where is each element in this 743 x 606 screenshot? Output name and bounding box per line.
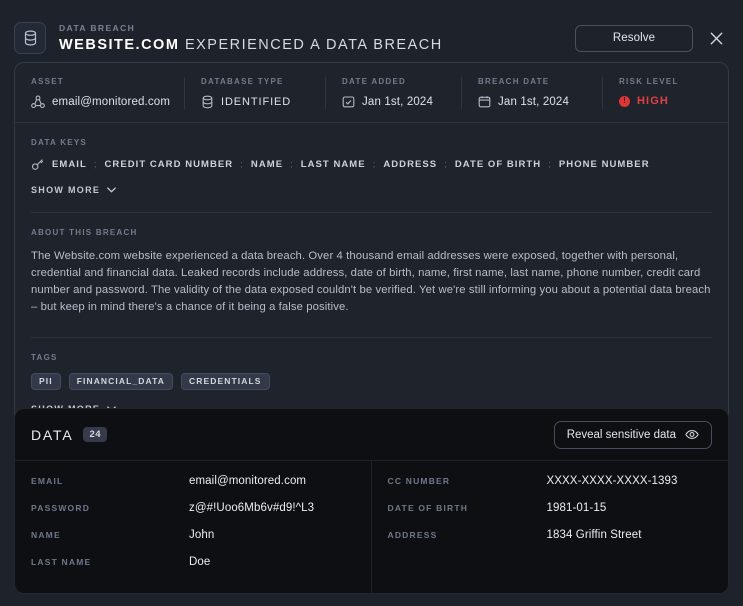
meta-database-type-value: IDENTIFIED bbox=[221, 96, 291, 108]
data-row: EMAILemail@monitored.com bbox=[31, 475, 355, 502]
header-actions: Resolve bbox=[575, 25, 729, 52]
data-key-item: CREDIT CARD NUMBER bbox=[105, 159, 234, 170]
data-row-key: EMAIL bbox=[31, 476, 189, 486]
about-section: ABOUT THIS BREACH The Website.com websit… bbox=[15, 213, 728, 338]
tag-pill[interactable]: PII bbox=[31, 373, 61, 390]
data-row: NAMEJohn bbox=[31, 529, 355, 556]
page-title-domain: WEBSITE.COM bbox=[59, 37, 179, 53]
data-key-separator: ; bbox=[541, 159, 559, 170]
alert-glyph: ! bbox=[623, 97, 626, 105]
resolve-button[interactable]: Resolve bbox=[575, 25, 693, 52]
data-row-key: NAME bbox=[31, 530, 189, 540]
data-panel-title: DATA bbox=[31, 427, 73, 443]
data-row-value: XXXX-XXXX-XXXX-1393 bbox=[547, 475, 678, 487]
data-key-separator: ; bbox=[437, 159, 455, 170]
data-row: DATE OF BIRTH1981-01-15 bbox=[388, 502, 713, 529]
eye-icon bbox=[685, 429, 699, 440]
meta-risk-level-label: RISK LEVEL bbox=[619, 77, 707, 86]
alert-circle-icon: ! bbox=[619, 96, 630, 107]
data-keys-show-more-button[interactable]: SHOW MORE bbox=[31, 185, 116, 195]
meta-breach-date-label: BREACH DATE bbox=[478, 77, 586, 86]
tag-pill[interactable]: CREDENTIALS bbox=[181, 373, 270, 390]
meta-asset-label: ASSET bbox=[31, 77, 168, 86]
data-row-value: John bbox=[189, 529, 214, 541]
data-row-value: 1981-01-15 bbox=[547, 502, 607, 514]
meta-date-added-label: DATE ADDED bbox=[342, 77, 445, 86]
data-row-value: 1834 Griffin Street bbox=[547, 529, 642, 541]
data-row-key: CC NUMBER bbox=[388, 476, 547, 486]
data-keys-section: DATA KEYS EMAIL;CREDIT CARD NUMBER;NAME;… bbox=[15, 123, 728, 213]
data-row-value: z@#!Uoo6Mb6v#d9!^L3 bbox=[189, 502, 314, 514]
data-keys-items: EMAIL;CREDIT CARD NUMBER;NAME;LAST NAME;… bbox=[52, 159, 650, 170]
data-keys-list: EMAIL;CREDIT CARD NUMBER;NAME;LAST NAME;… bbox=[31, 158, 712, 171]
data-key-item: EMAIL bbox=[52, 159, 87, 170]
breach-detail-page: DATA BREACH WEBSITE.COM EXPERIENCED A DA… bbox=[0, 0, 743, 606]
data-panel-header: DATA 24 Reveal sensitive data bbox=[15, 409, 728, 461]
data-key-item: DATE OF BIRTH bbox=[455, 159, 541, 170]
data-row-key: DATE OF BIRTH bbox=[388, 503, 547, 513]
data-row-key: PASSWORD bbox=[31, 503, 189, 513]
asset-nodes-icon bbox=[31, 95, 45, 109]
meta-breach-date-value: Jan 1st, 2024 bbox=[498, 96, 569, 108]
chevron-down-icon bbox=[107, 187, 116, 193]
data-keys-show-more-label: SHOW MORE bbox=[31, 185, 100, 195]
data-key-separator: ; bbox=[283, 159, 301, 170]
meta-risk-level-value-wrap: ! HIGH bbox=[619, 95, 707, 107]
reveal-button-label: Reveal sensitive data bbox=[567, 429, 676, 441]
data-row-value: email@monitored.com bbox=[189, 475, 306, 487]
page-title-rest: EXPERIENCED A DATA BREACH bbox=[185, 37, 443, 53]
meta-database-type-label: DATABASE TYPE bbox=[201, 77, 309, 86]
tags-label: TAGS bbox=[31, 353, 712, 362]
risk-level-badge: HIGH bbox=[637, 95, 669, 107]
data-row: PASSWORDz@#!Uoo6Mb6v#d9!^L3 bbox=[31, 502, 355, 529]
breach-summary-card: ASSET email@monitored.com DATABASE TYPE bbox=[14, 62, 729, 434]
data-row-key: LAST NAME bbox=[31, 557, 189, 567]
header-kicker: DATA BREACH bbox=[59, 23, 575, 33]
meta-date-added: DATE ADDED Jan 1st, 2024 bbox=[326, 77, 462, 109]
meta-risk-level: RISK LEVEL ! HIGH bbox=[603, 77, 723, 109]
data-row: ADDRESS1834 Griffin Street bbox=[388, 529, 713, 556]
data-row-key: ADDRESS bbox=[388, 530, 547, 540]
data-count-badge: 24 bbox=[83, 427, 107, 443]
key-icon bbox=[31, 158, 44, 171]
tags-list: PII FINANCIAL_DATA CREDENTIALS bbox=[31, 373, 712, 390]
database-icon bbox=[201, 95, 214, 109]
reveal-sensitive-data-button[interactable]: Reveal sensitive data bbox=[554, 421, 712, 449]
data-key-item: LAST NAME bbox=[301, 159, 366, 170]
data-left-column: EMAILemail@monitored.comPASSWORDz@#!Uoo6… bbox=[15, 461, 372, 594]
meta-breach-date-value-wrap: Jan 1st, 2024 bbox=[478, 95, 586, 108]
data-keys-label: DATA KEYS bbox=[31, 138, 712, 147]
meta-asset: ASSET email@monitored.com bbox=[15, 77, 185, 109]
meta-asset-value: email@monitored.com bbox=[52, 96, 170, 108]
page-header: DATA BREACH WEBSITE.COM EXPERIENCED A DA… bbox=[0, 0, 743, 62]
meta-breach-date: BREACH DATE Jan 1st, 2024 bbox=[462, 77, 603, 109]
about-label: ABOUT THIS BREACH bbox=[31, 228, 712, 237]
data-key-separator: ; bbox=[366, 159, 384, 170]
close-icon[interactable] bbox=[703, 25, 729, 51]
data-key-item: PHONE NUMBER bbox=[559, 159, 650, 170]
data-key-separator: ; bbox=[233, 159, 251, 170]
meta-asset-value-wrap: email@monitored.com bbox=[31, 95, 168, 109]
data-panel-body: EMAILemail@monitored.comPASSWORDz@#!Uoo6… bbox=[15, 461, 728, 594]
data-key-item: NAME bbox=[251, 159, 283, 170]
data-row: LAST NAMEDoe bbox=[31, 556, 355, 583]
meta-database-type-value-wrap: IDENTIFIED bbox=[201, 95, 309, 109]
meta-date-added-value: Jan 1st, 2024 bbox=[362, 96, 433, 108]
calendar-icon bbox=[478, 95, 491, 108]
data-key-separator: ; bbox=[87, 159, 105, 170]
tag-pill[interactable]: FINANCIAL_DATA bbox=[69, 373, 173, 390]
breach-meta-row: ASSET email@monitored.com DATABASE TYPE bbox=[15, 63, 728, 123]
data-row-value: Doe bbox=[189, 556, 210, 568]
about-text: The Website.com website experienced a da… bbox=[31, 248, 711, 317]
header-titles: DATA BREACH WEBSITE.COM EXPERIENCED A DA… bbox=[59, 23, 575, 53]
data-key-item: ADDRESS bbox=[383, 159, 437, 170]
database-icon bbox=[14, 22, 46, 54]
meta-date-added-value-wrap: Jan 1st, 2024 bbox=[342, 95, 445, 108]
page-title: WEBSITE.COM EXPERIENCED A DATA BREACH bbox=[59, 37, 575, 53]
calendar-check-icon bbox=[342, 95, 355, 108]
meta-database-type: DATABASE TYPE IDENTIFIED bbox=[185, 77, 326, 109]
data-row: CC NUMBERXXXX-XXXX-XXXX-1393 bbox=[388, 475, 713, 502]
sensitive-data-panel: DATA 24 Reveal sensitive data EMAILemail… bbox=[14, 408, 729, 594]
data-right-column: CC NUMBERXXXX-XXXX-XXXX-1393DATE OF BIRT… bbox=[372, 461, 729, 594]
